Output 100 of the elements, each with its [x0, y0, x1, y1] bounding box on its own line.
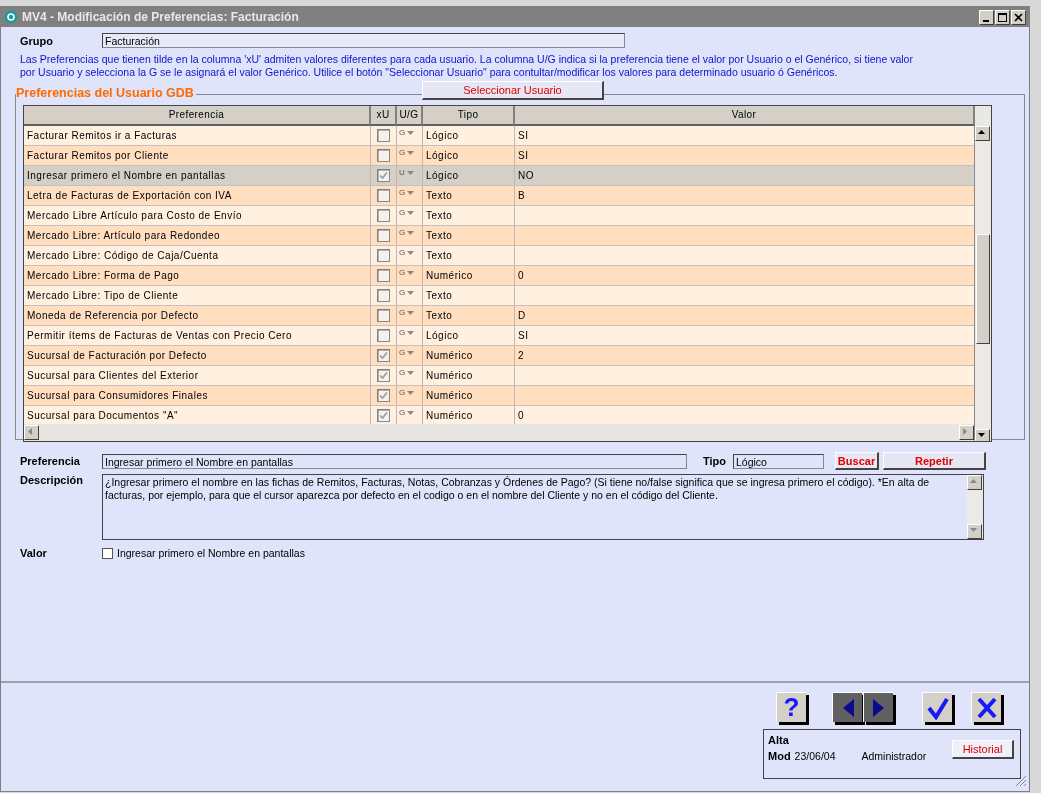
table-cell[interactable]: G: [399, 148, 406, 157]
select-user-button[interactable]: Seleccionar Usuario: [422, 81, 604, 100]
caret-icon[interactable]: [407, 191, 415, 195]
table-row[interactable]: Mercado Libre: Forma de Pago G Numérico 0: [24, 266, 975, 286]
table-cell: Letra de Facturas de Exportación con IVA: [24, 186, 371, 205]
vertical-scrollbar[interactable]: [974, 126, 991, 441]
scroll-down-icon[interactable]: [976, 430, 987, 440]
next-button[interactable]: [863, 692, 893, 722]
info-text: Las Preferencias que tienen tilde en la columna 'xU' admiten valores diferentes para cada usuario. La columna U/G indica si la preferencia tiene el valor por Usuario o el Genérico, si tiene valor por Usuario y selecciona la G se le asignará el valor Genérico. Utilice el botón "Seleccionar Usuario" para contultar/modificar los valores para determinado usuario ó Genéricos.: [20, 53, 914, 78]
checkbox[interactable]: [377, 149, 390, 162]
caret-icon[interactable]: [407, 251, 415, 255]
maximize-icon[interactable]: [995, 9, 1010, 25]
checkbox-label[interactable]: Ingresar primero el Nombre en pantallas: [117, 547, 305, 559]
table-cell[interactable]: G: [399, 348, 406, 357]
column-header[interactable]: Preferencia: [24, 106, 371, 126]
caret-icon[interactable]: [407, 311, 415, 315]
minimize-icon[interactable]: [979, 9, 994, 25]
caret-icon[interactable]: [407, 351, 415, 355]
section-title: Preferencias del Usuario GDB: [16, 86, 196, 100]
checkbox[interactable]: [377, 269, 390, 282]
table-cell: Lógico: [423, 146, 515, 165]
table-cell: Mercado Libre: Forma de Pago: [24, 266, 371, 285]
horizontal-scrollbar[interactable]: [24, 424, 974, 441]
previous-button[interactable]: [832, 692, 862, 722]
app-logo-icon: [4, 10, 18, 24]
column-header[interactable]: Tipo: [423, 106, 515, 126]
column-header[interactable]: xU: [371, 106, 397, 126]
caret-icon[interactable]: [407, 271, 415, 275]
table-cell[interactable]: G: [399, 188, 406, 197]
help-button[interactable]: ?: [776, 692, 806, 722]
checkbox[interactable]: [377, 289, 390, 302]
checkbox[interactable]: [377, 349, 390, 362]
scroll-right-icon[interactable]: [960, 426, 970, 437]
caret-icon[interactable]: [407, 131, 415, 135]
table-cell: Sucursal de Facturación por Defecto: [24, 346, 371, 365]
caret-icon[interactable]: [407, 391, 415, 395]
table-cell: Texto: [423, 306, 515, 325]
table-row[interactable]: Letra de Facturas de Exportación con IVA G Texto B: [24, 186, 975, 206]
table-cell: Lógico: [423, 326, 515, 345]
table-cell[interactable]: G: [399, 408, 406, 417]
table-row[interactable]: Mercado Libre: Tipo de Cliente G Texto: [24, 286, 975, 306]
checkbox[interactable]: [377, 369, 390, 382]
table-cell[interactable]: G: [399, 128, 406, 137]
caret-icon[interactable]: [407, 411, 415, 415]
table-row[interactable]: Facturar Remitos por Cliente G Lógico SI: [24, 146, 975, 166]
table-row[interactable]: Moneda de Referencia por Defecto G Texto D: [24, 306, 975, 326]
table-cell[interactable]: G: [399, 368, 406, 377]
checkbox[interactable]: [377, 229, 390, 242]
table-cell[interactable]: G: [399, 268, 406, 277]
checkbox[interactable]: [377, 129, 390, 142]
table-row[interactable]: Sucursal para Consumidores Finales G Numérico: [24, 386, 975, 406]
table-cell[interactable]: G: [399, 308, 406, 317]
table-cell: Facturar Remitos por Cliente: [24, 146, 371, 165]
table-row[interactable]: Mercado Libre: Código de Caja/Cuenta G Texto: [24, 246, 975, 266]
table-row[interactable]: Mercado Libre Artículo para Costo de Envío G Texto: [24, 206, 975, 226]
repeat-button[interactable]: Repetir: [883, 452, 986, 470]
resize-grip-icon[interactable]: [1015, 775, 1027, 787]
caret-icon[interactable]: [407, 371, 415, 375]
table-row[interactable]: Sucursal de Facturación por Defecto G Numérico 2: [24, 346, 975, 366]
table-row[interactable]: Mercado Libre: Artículo para Redondeo G Texto: [24, 226, 975, 246]
close-icon[interactable]: [1011, 9, 1026, 25]
caret-icon[interactable]: [407, 331, 415, 335]
scroll-up-icon[interactable]: [976, 127, 987, 137]
table-cell[interactable]: G: [399, 208, 406, 217]
accept-button[interactable]: [922, 692, 952, 722]
table-cell[interactable]: G: [399, 288, 406, 297]
table-cell[interactable]: U: [399, 168, 405, 177]
table-cell: Mercado Libre: Artículo para Redondeo: [24, 226, 371, 245]
checkbox[interactable]: [377, 249, 390, 262]
table-cell[interactable]: G: [399, 328, 406, 337]
table-cell[interactable]: G: [399, 248, 406, 257]
created-label: Alta: [768, 734, 790, 746]
scroll-left-icon[interactable]: [25, 426, 35, 437]
table-row[interactable]: Ingresar primero el Nombre en pantallas U Lógico NO: [24, 166, 975, 186]
caret-icon[interactable]: [407, 231, 415, 235]
table-cell: Texto: [423, 246, 515, 265]
checkbox[interactable]: [377, 329, 390, 342]
column-header[interactable]: U/G: [397, 106, 423, 126]
checkbox[interactable]: [377, 389, 390, 402]
checkbox[interactable]: [377, 209, 390, 222]
caret-icon[interactable]: [407, 291, 415, 295]
caret-icon[interactable]: [406, 171, 414, 175]
history-button[interactable]: Historial: [952, 740, 1014, 759]
checkbox[interactable]: [377, 409, 390, 422]
table-cell[interactable]: G: [399, 388, 406, 397]
table-row[interactable]: Sucursal para Documentos "A" G Numérico 0: [24, 406, 975, 426]
search-button[interactable]: Buscar: [835, 452, 879, 470]
table-row[interactable]: Facturar Remitos ir a Facturas G Lógico SI: [24, 126, 975, 146]
checkbox[interactable]: [377, 169, 390, 182]
column-header[interactable]: Valor: [515, 106, 975, 126]
table-row[interactable]: Permitir ítems de Facturas de Ventas con Precio Cero G Lógico SI: [24, 326, 975, 346]
cancel-button[interactable]: [971, 692, 1001, 722]
table-cell: Numérico: [423, 346, 515, 365]
caret-icon[interactable]: [407, 211, 415, 215]
checkbox[interactable]: [377, 189, 390, 202]
checkbox[interactable]: [102, 547, 113, 559]
table-cell[interactable]: G: [399, 228, 406, 237]
caret-icon[interactable]: [407, 151, 415, 155]
checkbox[interactable]: [377, 309, 390, 322]
table-row[interactable]: Sucursal para Clientes del Exterior G Numérico: [24, 366, 975, 386]
